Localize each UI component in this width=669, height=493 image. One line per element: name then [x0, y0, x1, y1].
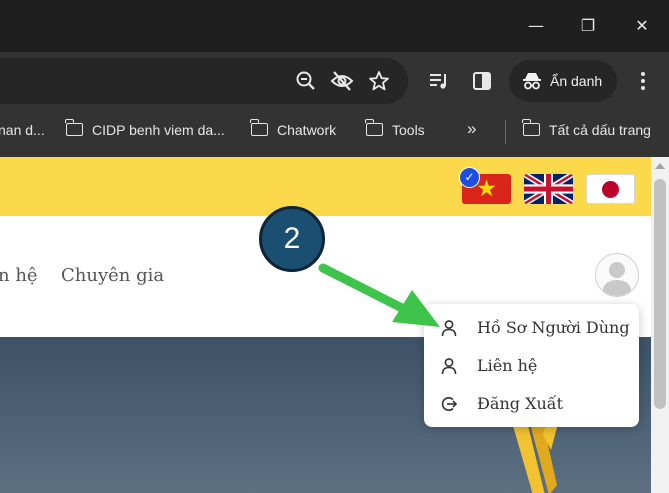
folder-icon [522, 119, 540, 136]
incognito-badge[interactable]: Ẩn danh [509, 60, 617, 102]
logout-icon [441, 397, 458, 411]
scroll-up-icon[interactable] [655, 163, 665, 169]
zoom-out-icon[interactable] [295, 70, 317, 96]
bookmarks-overflow-button[interactable]: » [467, 119, 476, 139]
bookmarks-bar: nan d... CIDP benh viem da... Chatwork T… [0, 110, 669, 157]
close-button[interactable]: ✕ [628, 12, 656, 40]
incognito-icon [522, 71, 542, 94]
avatar-icon [602, 262, 632, 296]
language-bar: ★ ✓ [0, 157, 651, 216]
restore-button[interactable]: ❐ [574, 12, 602, 40]
page-scrollbar[interactable] [651, 157, 669, 493]
bookmark-folder-chatwork[interactable]: Chatwork [250, 119, 336, 138]
all-bookmarks-folder[interactable]: Tất cả dấu trang [522, 119, 651, 138]
bookmark-folder-tools[interactable]: Tools [365, 119, 425, 138]
media-control-icon[interactable] [428, 70, 450, 96]
japan-flag-icon[interactable] [586, 174, 635, 204]
user-dropdown-menu: Hồ Sơ Người Dùng Liên hệ Đăng Xuất [424, 304, 639, 427]
folder-icon [250, 119, 268, 136]
user-avatar-button[interactable] [595, 253, 639, 297]
folder-icon [65, 119, 83, 136]
uk-flag-icon[interactable] [524, 174, 573, 204]
nav-link-experts[interactable]: Chuyên gia [61, 265, 164, 286]
user-icon [441, 320, 457, 337]
bookmarks-divider [505, 120, 506, 144]
web-page: ★ ✓ n hệ Chuyên gia Hồ Sơ Người Dùng Liê… [0, 157, 651, 493]
browser-titlebar: — ❐ ✕ [0, 0, 669, 52]
bookmark-folder-cidp[interactable]: CIDP benh viem da... [65, 119, 225, 138]
more-icon[interactable] [638, 70, 648, 96]
menu-item-profile[interactable]: Hồ Sơ Người Dùng [424, 312, 639, 346]
bookmark-item[interactable]: nan d... [0, 122, 45, 138]
star-icon[interactable] [368, 70, 390, 96]
selected-check-icon: ✓ [459, 167, 480, 188]
incognito-label: Ẩn danh [550, 73, 603, 89]
menu-item-contact[interactable]: Liên hệ [424, 350, 639, 384]
scroll-thumb[interactable] [654, 179, 666, 409]
step-number-badge: 2 [259, 206, 325, 272]
menu-item-logout[interactable]: Đăng Xuất [424, 388, 639, 422]
user-icon [441, 358, 457, 375]
folder-icon [365, 119, 383, 136]
side-panel-icon[interactable] [471, 70, 493, 96]
minimize-button[interactable]: — [522, 12, 550, 40]
eye-off-icon[interactable] [330, 70, 354, 96]
nav-link-contact[interactable]: n hệ [0, 265, 38, 286]
